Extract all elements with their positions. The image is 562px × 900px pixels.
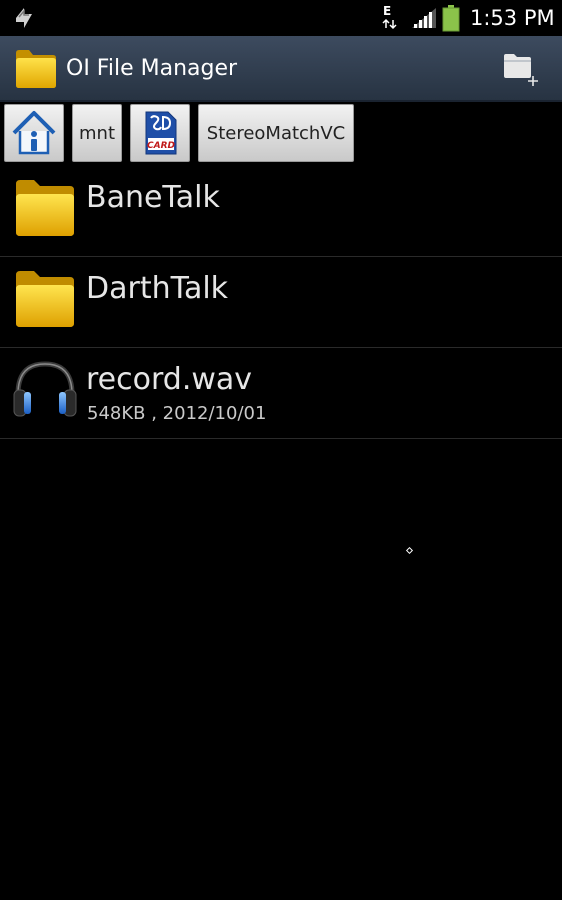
breadcrumb-stereomatchvc[interactable]: StereoMatchVC	[198, 104, 354, 162]
svg-text:CARD: CARD	[147, 141, 176, 151]
file-meta: 548KB , 2012/10/01	[87, 403, 267, 424]
folder-icon[interactable]	[14, 47, 58, 89]
file-row-darthtalk[interactable]: DarthTalk	[0, 257, 562, 348]
file-row-banetalk[interactable]: BaneTalk	[0, 166, 562, 257]
breadcrumb: mnt CARD StereoMatchVC	[0, 102, 562, 164]
breadcrumb-sdcard[interactable]: CARD	[130, 104, 190, 162]
headphones-icon	[13, 361, 77, 417]
status-bar: E 1:53 PM	[0, 0, 562, 36]
battery-icon	[442, 5, 460, 32]
touch-indicator	[405, 546, 414, 555]
sync-icon	[16, 8, 32, 28]
breadcrumb-label: mnt	[79, 122, 115, 144]
file-row-record-wav[interactable]: record.wav 548KB , 2012/10/01	[0, 348, 562, 439]
folder-icon	[16, 180, 74, 236]
file-name: DarthTalk	[86, 271, 229, 306]
new-folder-icon[interactable]	[496, 46, 546, 92]
file-name: record.wav	[86, 362, 253, 397]
home-icon	[12, 111, 56, 155]
breadcrumb-label: StereoMatchVC	[206, 122, 346, 144]
network-e-icon: E	[380, 4, 400, 32]
app-title: OI File Manager	[66, 56, 238, 81]
action-bar: OI File Manager	[0, 36, 562, 102]
folder-icon	[16, 271, 74, 327]
status-clock: 1:53 PM	[470, 6, 555, 30]
sd-card-icon: CARD	[145, 111, 177, 155]
signal-icon	[412, 8, 436, 28]
file-list: BaneTalk DarthTalk record.wav 548KB , 20…	[0, 166, 562, 439]
breadcrumb-mnt[interactable]: mnt	[72, 104, 122, 162]
breadcrumb-home[interactable]	[4, 104, 64, 162]
file-name: BaneTalk	[86, 180, 220, 215]
